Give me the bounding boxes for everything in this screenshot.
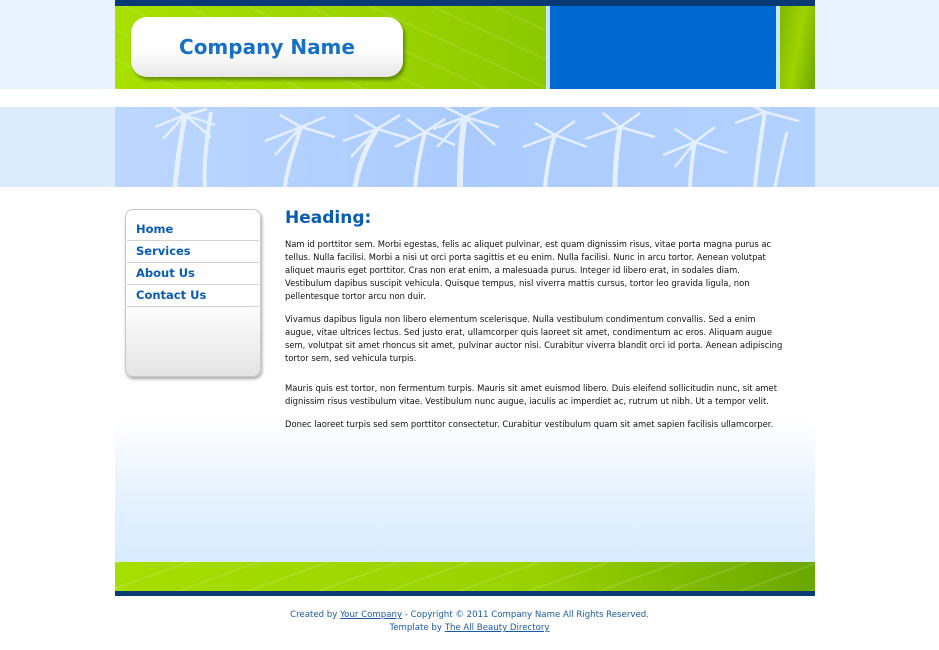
header: Company Name <box>115 0 815 89</box>
template-by-label: Template by <box>389 623 445 633</box>
sidebar-navigation: Home Services About Us Contact Us <box>125 209 261 377</box>
paragraph: Donec laoreet turpis sed sem porttitor c… <box>285 419 774 429</box>
credits-line-1: Created by Your Company - Copyright © 20… <box>0 609 939 622</box>
header-blue-panel <box>550 6 776 89</box>
content-area: Home Services About Us Contact Us Headin… <box>115 187 815 562</box>
header-green-edge <box>780 6 815 89</box>
nav-item-about-us[interactable]: About Us <box>127 263 259 285</box>
copyright-text: - Copyright © 2011 Company Name All Righ… <box>402 610 649 620</box>
nav-item-home[interactable]: Home <box>127 219 259 241</box>
paragraph: Mauris quis est tortor, non fermentum tu… <box>285 383 777 406</box>
footer-credits: Created by Your Company - Copyright © 20… <box>0 609 939 635</box>
nav-item-services[interactable]: Services <box>127 241 259 263</box>
footer-band <box>115 562 815 596</box>
template-author-link[interactable]: The All Beauty Directory <box>445 623 550 633</box>
palm-trees-image <box>154 107 800 187</box>
paragraph: Nam id porttitor sem. Morbi egestas, fel… <box>285 239 772 301</box>
nav-item-contact-us[interactable]: Contact Us <box>127 285 259 307</box>
company-name: Company Name <box>179 35 355 59</box>
paragraph: Vivamus dapibus ligula non libero elemen… <box>285 314 783 363</box>
page-heading: Heading: <box>285 208 372 228</box>
company-logo[interactable]: Company Name <box>131 17 403 77</box>
created-by-label: Created by <box>290 610 341 620</box>
your-company-link[interactable]: Your Company <box>340 610 402 620</box>
page-container: Company Name Home Services About Us Cont… <box>115 0 815 596</box>
main-content: Heading: Nam id porttitor sem. Morbi ege… <box>285 208 785 441</box>
credits-line-2: Template by The All Beauty Directory <box>0 622 939 635</box>
palm-tree-banner <box>115 107 815 187</box>
